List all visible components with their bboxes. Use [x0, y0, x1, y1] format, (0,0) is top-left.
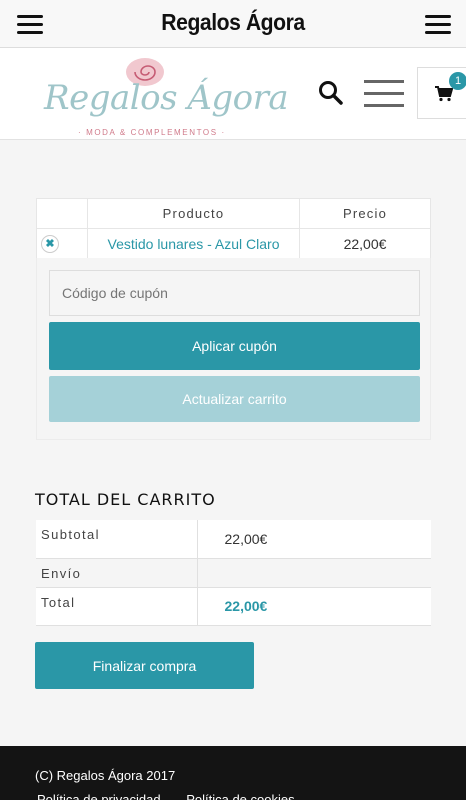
remove-cell: ✖	[36, 228, 88, 259]
cart-icon	[435, 86, 453, 102]
footer-links: Política de privacidad Política de cooki…	[37, 792, 317, 800]
table-row: ✖ Vestido lunares - Azul Claro 22,00€	[36, 228, 431, 259]
logo-text: Regalos Ágora	[44, 78, 289, 118]
shipping-row: Envío	[36, 558, 431, 588]
cart-table-header: Producto Precio	[36, 198, 431, 229]
cookies-policy-link[interactable]: Política de cookies	[186, 792, 294, 800]
remove-item-icon[interactable]: ✖	[41, 235, 59, 253]
total-row: Total 22,00€	[36, 587, 431, 626]
cart-count-badge: 1	[449, 72, 466, 90]
total-value: 22,00€	[197, 587, 431, 626]
cart-table: Producto Precio ✖ Vestido lunares - Azul…	[36, 198, 431, 259]
total-label: Total	[36, 587, 198, 626]
search-icon[interactable]	[318, 80, 344, 106]
product-link[interactable]: Vestido lunares - Azul Claro	[87, 228, 300, 259]
product-price: 22,00€	[299, 228, 431, 259]
subtotal-row: Subtotal 22,00€	[36, 520, 431, 559]
shipping-label: Envío	[36, 558, 198, 588]
remove-column-header	[36, 198, 88, 229]
subtotal-value: 22,00€	[197, 520, 431, 559]
cart-button[interactable]: 1	[417, 67, 466, 119]
logo-tagline: · MODA & COMPLEMENTOS ·	[78, 128, 226, 137]
privacy-policy-link[interactable]: Política de privacidad	[37, 792, 161, 800]
app-title: Regalos Ágora	[161, 9, 305, 35]
site-footer: (C) Regalos Ágora 2017 Política de priva…	[0, 746, 466, 800]
cart-actions: Aplicar cupón Actualizar carrito	[36, 258, 431, 440]
menu-icon[interactable]	[425, 15, 451, 35]
apply-coupon-button[interactable]: Aplicar cupón	[49, 322, 420, 370]
cart-totals-table: Subtotal 22,00€ Envío Total 22,00€	[36, 520, 431, 626]
coupon-input[interactable]	[49, 270, 420, 316]
nav-menu-icon[interactable]	[364, 80, 404, 108]
app-bar: Regalos Ágora	[0, 0, 466, 48]
product-column-header: Producto	[87, 198, 300, 229]
copyright-text: (C) Regalos Ágora 2017	[35, 768, 176, 783]
cart-totals-title: TOTAL DEL CARRITO	[35, 490, 216, 509]
checkout-button[interactable]: Finalizar compra	[35, 642, 254, 689]
update-cart-button[interactable]: Actualizar carrito	[49, 376, 420, 422]
site-logo[interactable]: Regalos Ágora · MODA & COMPLEMENTOS ·	[42, 52, 289, 138]
price-column-header: Precio	[299, 198, 431, 229]
site-header: Regalos Ágora · MODA & COMPLEMENTOS · 1	[0, 48, 466, 140]
shipping-value	[197, 558, 431, 588]
subtotal-label: Subtotal	[36, 520, 198, 559]
